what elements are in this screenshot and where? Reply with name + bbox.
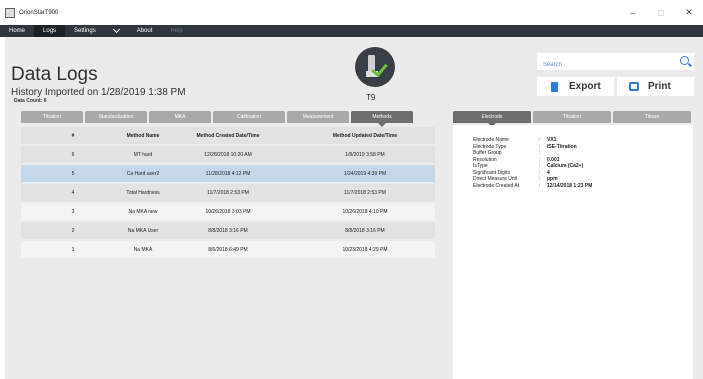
row-number: 4 bbox=[71, 189, 75, 196]
log-tabs: Titration Standardization MKA Calibratio… bbox=[21, 111, 415, 127]
history-subtitle: History Imported on 1/28/2019 1:38 PM bbox=[11, 87, 186, 98]
maximize-button[interactable]: □ bbox=[647, 8, 675, 18]
tab-measurement[interactable]: Measurement bbox=[287, 111, 349, 123]
table-header: # Method Name Method Created Date/Time M… bbox=[21, 127, 435, 144]
row-updated: 8/8/2018 3:16 PM bbox=[345, 227, 385, 234]
row-created: 11/28/2018 4:12 PM bbox=[205, 170, 251, 177]
row-created: 10/26/2018 3:03 PM bbox=[205, 208, 251, 215]
search-icon[interactable] bbox=[680, 56, 689, 65]
row-updated: 1/24/2019 4:39 PM bbox=[343, 170, 387, 177]
printer-icon bbox=[629, 82, 639, 91]
row-updated: 10/26/2018 4:10 PM bbox=[342, 208, 388, 215]
data-count: Data Count: 6 bbox=[14, 98, 47, 104]
table-row-selected[interactable]: 5 Ca Hard user2 11/28/2018 4:12 PM 1/24/… bbox=[21, 165, 435, 182]
page-title: Data Logs bbox=[11, 64, 98, 85]
row-method-name: Ca Hard user2 bbox=[126, 170, 160, 177]
window-title: OrionStarT900 bbox=[19, 9, 59, 16]
chevron-down-icon bbox=[112, 25, 120, 34]
tab-methods[interactable]: Methods bbox=[351, 111, 413, 127]
print-label: Print bbox=[648, 81, 671, 92]
electrode-details-panel: Electrode Name: VX1 Electrode Type: ISE-Ti… bbox=[453, 125, 693, 379]
row-number: 5 bbox=[71, 170, 75, 177]
detail-tabs: Electrode Titration Titrant bbox=[453, 111, 693, 127]
search-box[interactable] bbox=[537, 53, 694, 74]
export-label: Export bbox=[569, 81, 601, 92]
data-count-value: 6 bbox=[43, 98, 47, 104]
detail-value: 12/14/2018 1:23 PM bbox=[547, 182, 593, 189]
search-input[interactable] bbox=[537, 56, 667, 74]
tab-electrode[interactable]: Electrode bbox=[453, 111, 531, 127]
row-created: 11/7/2018 2:53 PM bbox=[207, 189, 249, 196]
print-button[interactable]: Print bbox=[617, 77, 694, 96]
tab-titration[interactable]: Titration bbox=[21, 111, 83, 123]
device-icon bbox=[355, 47, 395, 87]
detail-value: Calcium (Ca2+) bbox=[547, 163, 584, 169]
row-method-name: Na MKA User bbox=[127, 227, 159, 234]
row-method-name: Na MKA bbox=[133, 246, 153, 253]
tab-standardization[interactable]: Standardization bbox=[85, 111, 147, 123]
close-button[interactable]: ✕ bbox=[675, 7, 703, 18]
table-row[interactable]: 1 Na MKA 8/6/2018 6:49 PM 10/23/2018 4:2… bbox=[21, 241, 435, 258]
detail-label: Electrode Created At bbox=[473, 182, 520, 189]
table-row[interactable]: 3 Na MKA new 10/26/2018 3:03 PM 10/26/20… bbox=[21, 203, 435, 220]
methods-table: # Method Name Method Created Date/Time M… bbox=[21, 127, 435, 258]
column-header-method-name[interactable]: Method Name bbox=[125, 133, 161, 139]
row-created: 8/8/2018 3:16 PM bbox=[208, 227, 248, 234]
column-header-updated[interactable]: Method Updated Date/Time bbox=[295, 133, 435, 139]
row-created: 8/6/2018 6:49 PM bbox=[208, 246, 248, 253]
menu-help[interactable]: Help bbox=[161, 25, 191, 37]
detail-value: ISE-Titration bbox=[547, 143, 577, 150]
menu-about[interactable]: About bbox=[128, 25, 162, 37]
row-method-name: Na MKA new bbox=[128, 208, 158, 215]
row-number: 1 bbox=[71, 246, 75, 253]
row-updated: 11/7/2018 2:53 PM bbox=[344, 189, 386, 196]
menu-logs[interactable]: Logs bbox=[34, 25, 66, 37]
menu-settings[interactable]: Settings bbox=[65, 25, 105, 37]
export-icon bbox=[551, 81, 558, 92]
table-row[interactable]: 4 Total Hardness 11/7/2018 2:53 PM 11/7/… bbox=[21, 184, 435, 201]
tab-detail-titration[interactable]: Titration bbox=[533, 111, 611, 123]
row-updated: 1/8/2019 3:58 PM bbox=[345, 151, 385, 158]
tab-titrant[interactable]: Titrant bbox=[613, 111, 691, 123]
detail-row: Electrode Created At:12/14/2018 1:23 PM bbox=[453, 183, 693, 190]
table-row[interactable]: 6 MT hard 12/28/2018 10:20 AM 1/8/2019 3… bbox=[21, 146, 435, 163]
column-header-number[interactable]: # bbox=[21, 133, 125, 139]
row-created: 12/28/2018 10:20 AM bbox=[204, 151, 252, 158]
window-controls: – □ ✕ bbox=[619, 0, 703, 25]
row-number: 2 bbox=[71, 227, 75, 234]
minimize-button[interactable]: – bbox=[619, 8, 647, 18]
menu-home[interactable]: Home bbox=[0, 25, 34, 37]
export-button[interactable]: Export bbox=[537, 77, 614, 96]
column-header-created[interactable]: Method Created Date/Time bbox=[161, 133, 295, 139]
row-number: 3 bbox=[71, 208, 75, 215]
row-method-name: MT hard bbox=[133, 151, 153, 158]
app-icon bbox=[5, 7, 15, 18]
data-count-label: Data Count: bbox=[14, 98, 43, 104]
row-updated: 10/23/2018 4:29 PM bbox=[342, 246, 388, 253]
device-name: T9 bbox=[366, 93, 376, 102]
menu-bar: Home Logs Settings About Help bbox=[0, 25, 703, 37]
tab-mka[interactable]: MKA bbox=[149, 111, 211, 123]
main-content: Data Logs History Imported on 1/28/2019 … bbox=[5, 37, 703, 379]
row-method-name: Total Hardness bbox=[126, 189, 160, 196]
tab-calibration[interactable]: Calibration bbox=[213, 111, 285, 123]
row-number: 6 bbox=[71, 151, 75, 158]
menu-dropdown[interactable] bbox=[105, 25, 128, 37]
title-bar: OrionStarT900 – □ ✕ bbox=[0, 0, 703, 25]
table-row[interactable]: 2 Na MKA User 8/8/2018 3:16 PM 8/8/2018 … bbox=[21, 222, 435, 239]
